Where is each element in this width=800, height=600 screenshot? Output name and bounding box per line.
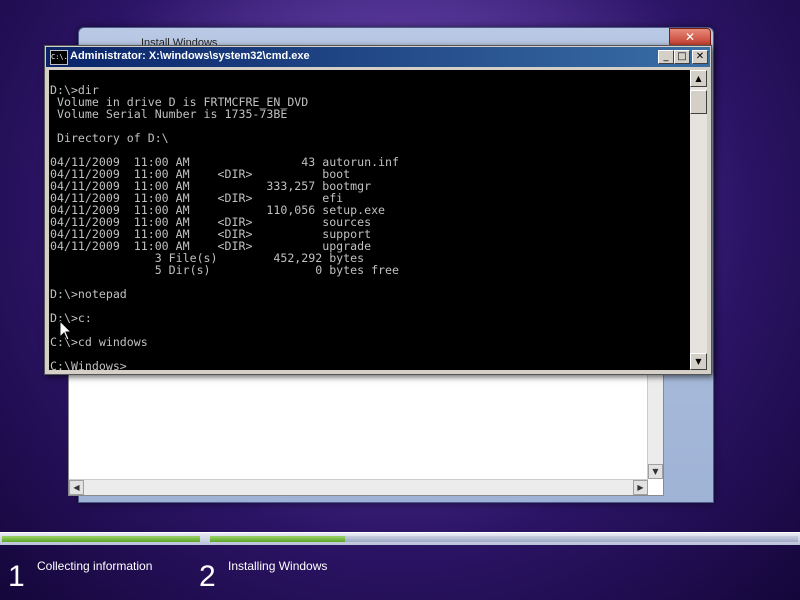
cmd-icon: C:\. — [50, 50, 68, 65]
install-vertical-scrollbar[interactable]: ▼ — [647, 371, 663, 479]
close-button[interactable]: ✕ — [692, 50, 708, 64]
maximize-button[interactable]: □ — [674, 50, 690, 64]
step1-number: 1 — [8, 560, 25, 593]
console-text: D:\>dir Volume in drive D is FRTMCFRE_EN… — [50, 83, 400, 370]
step1-label: Collecting information — [37, 559, 153, 573]
cmd-window[interactable]: C:\. Administrator: X:\windows\system32\… — [44, 45, 712, 375]
step2-progress-remaining — [345, 536, 798, 542]
scroll-thumb[interactable] — [690, 90, 707, 114]
console-output[interactable]: D:\>dir Volume in drive D is FRTMCFRE_EN… — [49, 70, 690, 370]
mouse-pointer-icon — [60, 321, 72, 341]
scroll-up-arrow-icon[interactable]: ▲ — [690, 70, 707, 87]
install-content-area: ▼ ◀ ▶ — [68, 370, 664, 496]
step2-number: 2 — [199, 560, 216, 593]
console-scrollbar[interactable]: ▲ ▼ — [690, 70, 707, 370]
step2-progress-fill — [210, 536, 345, 542]
scroll-down-arrow-icon[interactable]: ▼ — [690, 353, 707, 370]
install-horizontal-scrollbar[interactable]: ◀ ▶ — [69, 479, 648, 495]
step2-label: Installing Windows — [228, 559, 328, 573]
step1-progress-fill — [2, 536, 200, 542]
scroll-left-arrow-icon[interactable]: ◀ — [69, 480, 84, 495]
setup-progress-bar — [0, 532, 800, 545]
minimize-button[interactable]: _ — [658, 50, 674, 64]
cmd-window-title: Administrator: X:\windows\system32\cmd.e… — [70, 50, 310, 62]
cmd-titlebar[interactable]: C:\. Administrator: X:\windows\system32\… — [46, 47, 710, 67]
scroll-down-arrow-icon[interactable]: ▼ — [648, 464, 663, 479]
scroll-right-arrow-icon[interactable]: ▶ — [633, 480, 648, 495]
